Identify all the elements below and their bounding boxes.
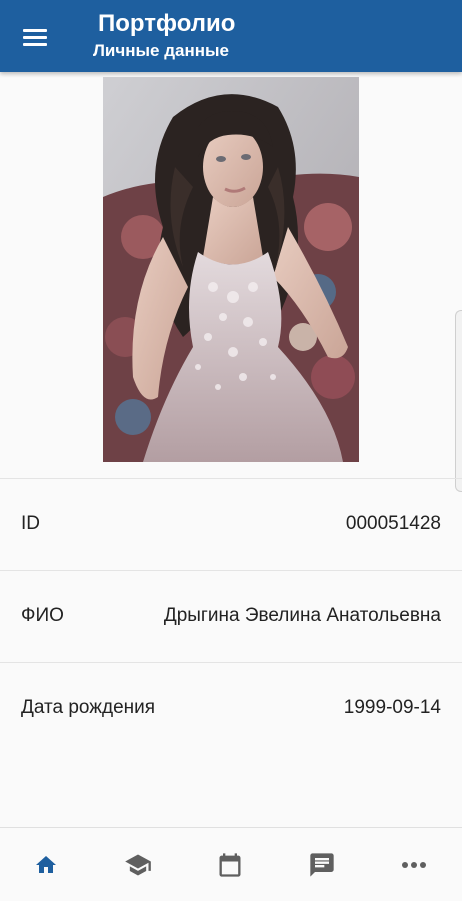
nav-calendar[interactable]	[184, 828, 276, 901]
bottom-navigation	[0, 827, 462, 901]
more-icon	[402, 861, 426, 868]
field-label: ФИО	[21, 605, 64, 626]
menu-button[interactable]	[14, 16, 56, 58]
field-value: 000051428	[345, 513, 441, 534]
field-row-name: ФИО Дрыгина Эвелина Анатольевна	[0, 571, 462, 661]
field-row-id: ID 000051428	[0, 479, 462, 569]
app-bar: Портфолио Личные данные	[0, 0, 462, 72]
calendar-icon	[219, 852, 241, 877]
home-icon	[36, 855, 56, 873]
chat-icon	[310, 852, 334, 877]
field-row-birthdate: Дата рождения 1999-09-14	[0, 663, 462, 753]
field-label: ID	[21, 513, 40, 534]
profile-photo	[103, 77, 359, 462]
field-value: Дрыгина Эвелина Анатольевна	[163, 605, 441, 626]
field-value: 1999-09-14	[343, 697, 441, 718]
nav-education[interactable]	[92, 828, 184, 901]
scroll-handle[interactable]	[455, 310, 462, 492]
page-title: Портфолио	[98, 10, 236, 37]
page-subtitle: Личные данные	[93, 41, 229, 60]
nav-more[interactable]	[368, 828, 460, 901]
menu-icon	[23, 28, 47, 46]
nav-home[interactable]	[0, 828, 92, 901]
field-label: Дата рождения	[21, 697, 156, 718]
nav-messages[interactable]	[276, 828, 368, 901]
graduation-cap-icon	[125, 854, 151, 875]
